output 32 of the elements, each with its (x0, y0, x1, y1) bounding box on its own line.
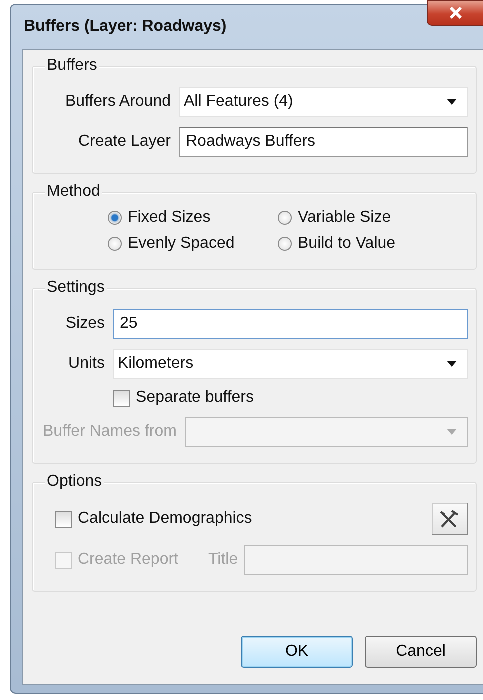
radio-option[interactable]: Fixed Sizes (108, 209, 278, 227)
field-label: Buffers Around (64, 93, 171, 111)
checkbox-label: Separate buffers (136, 389, 254, 407)
close-icon (448, 7, 462, 19)
field-label: Sizes (64, 315, 105, 333)
dropdown-arrow-icon (447, 361, 457, 367)
tools-icon (439, 509, 461, 529)
checkbox[interactable] (55, 510, 72, 528)
checkbox-label: Calculate Demographics (78, 510, 252, 528)
close-button[interactable] (427, 0, 483, 26)
field-label: Title (208, 551, 238, 569)
checkbox-label: Create Report (78, 551, 178, 569)
radio-option[interactable]: Evenly Spaced (108, 235, 278, 253)
input-field[interactable]: Roadways Buffers (179, 127, 468, 157)
checkbox[interactable] (113, 390, 130, 406)
window-title: Buffers (Layer: Roadways) (23, 18, 227, 36)
group-title: Settings (45, 279, 107, 297)
input-field[interactable]: 25 (113, 309, 468, 339)
group-title: Options (45, 473, 104, 491)
dialog-button[interactable]: Cancel (365, 636, 477, 668)
dropdown-arrow-icon (447, 429, 457, 435)
field-label: Buffer Names from (43, 423, 177, 441)
radio-option[interactable]: Variable Size (278, 209, 428, 227)
radio-option[interactable]: Build to Value (278, 235, 428, 253)
dropdown[interactable]: All Features (4) (179, 87, 468, 117)
dropdown[interactable] (184, 417, 468, 447)
field-label: Units (68, 355, 105, 373)
tools-button[interactable] (432, 503, 468, 535)
field-label: Create Layer (78, 133, 171, 151)
dropdown[interactable]: Kilometers (113, 349, 468, 379)
dropdown-arrow-icon (447, 99, 457, 105)
dialog-button[interactable]: OK (241, 636, 353, 668)
